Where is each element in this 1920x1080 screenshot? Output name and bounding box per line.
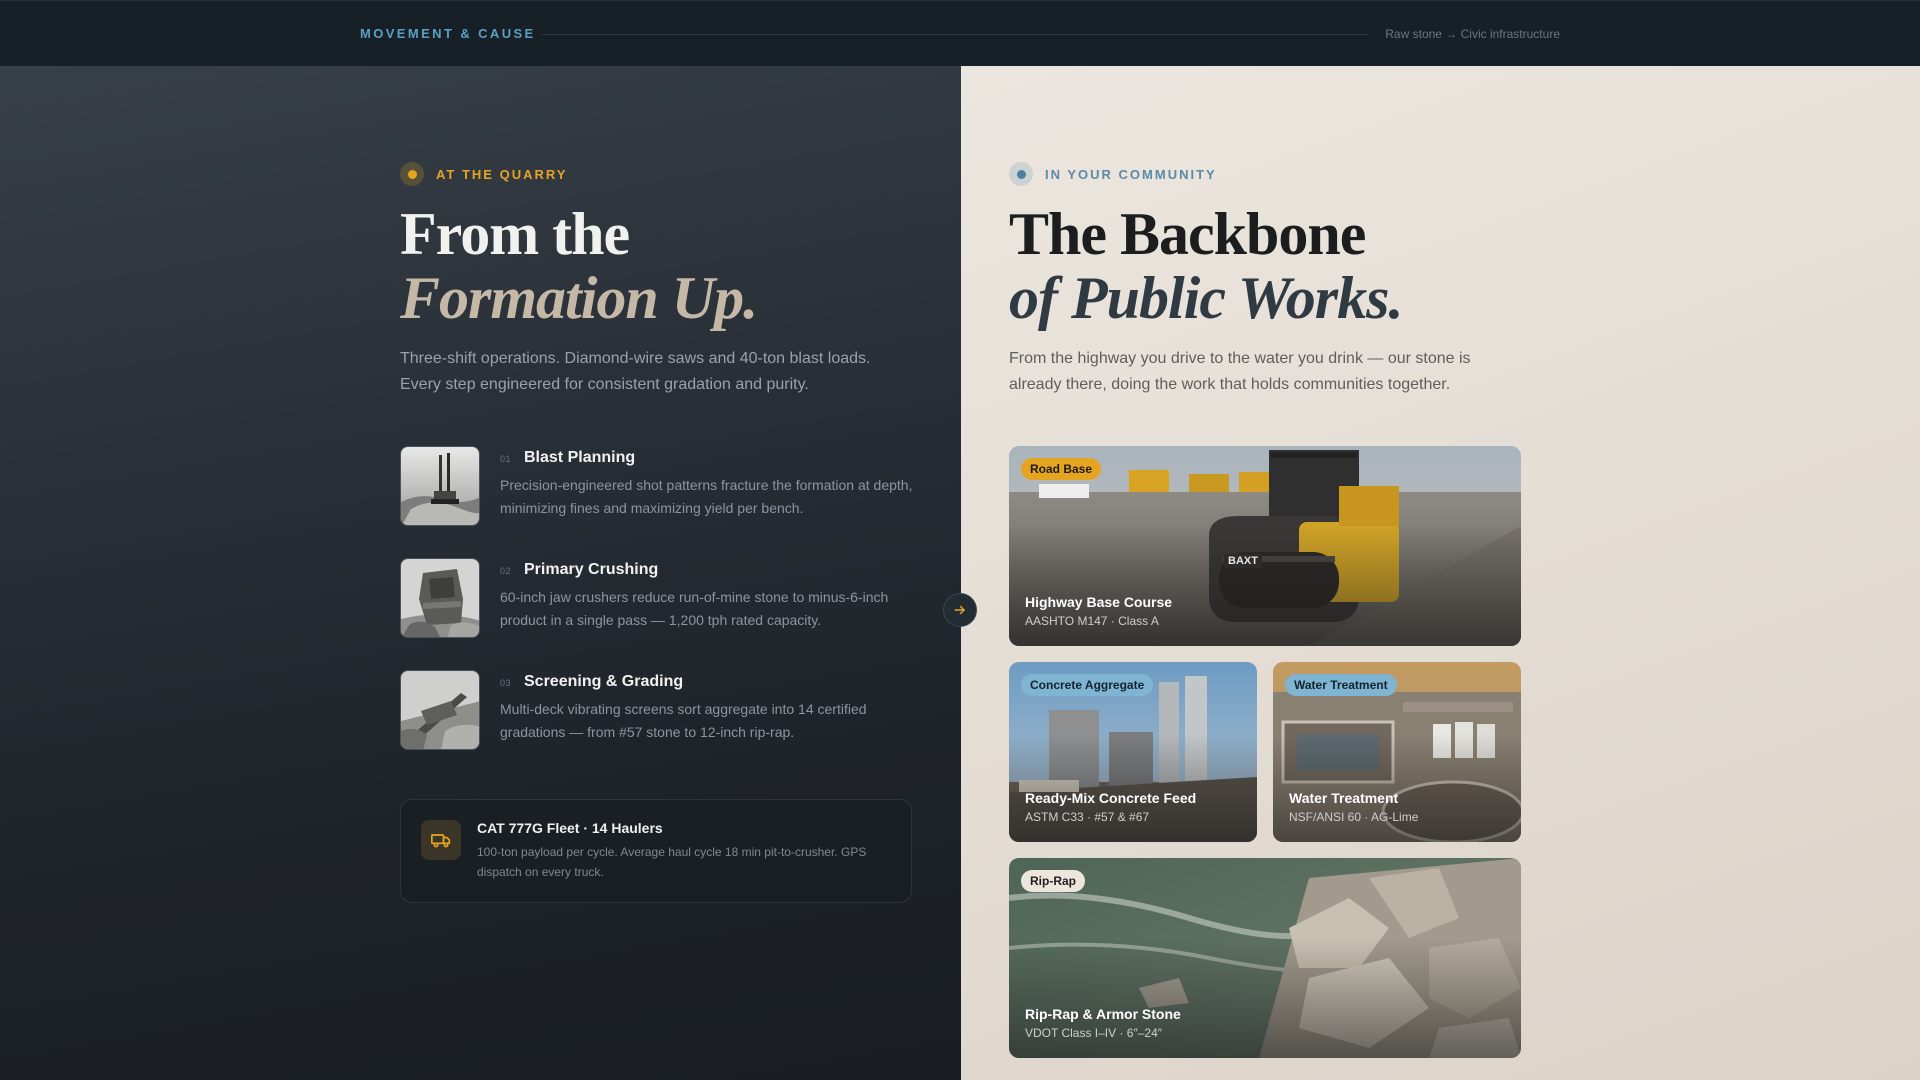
process-step-primary-crushing: 02 Primary Crushing 60-inch jaw crushers… — [400, 558, 920, 638]
screening-plant-image — [401, 671, 479, 749]
community-eyebrow-label: IN YOUR COMMUNITY — [1045, 166, 1217, 182]
truck-icon — [421, 820, 461, 860]
card-title: Rip-Rap & Armor Stone — [1025, 1006, 1181, 1022]
header-rule — [542, 34, 1368, 35]
community-lede: From the highway you drive to the water … — [1009, 350, 1471, 393]
community-panel: IN YOUR COMMUNITY The Backbone of Public… — [961, 66, 1920, 1080]
quarry-lede: Three-shift operations. Diamond-wire saw… — [400, 350, 871, 393]
blue-dot-icon — [1009, 162, 1033, 186]
category-badge: Concrete Aggregate — [1021, 674, 1154, 696]
card-subtitle: NSF/ANSI 60 · AG-Lime — [1289, 810, 1419, 824]
community-eyebrow: IN YOUR COMMUNITY — [1009, 162, 1217, 186]
step-description: Precision-engineered shot patterns fract… — [500, 477, 913, 516]
fleet-title: CAT 777G Fleet · 14 Haulers — [477, 820, 663, 836]
step-number: 03 — [500, 678, 512, 688]
step-title: Primary Crushing — [524, 561, 659, 578]
top-bar: MOVEMENT & CAUSE Raw stone → Civic infra… — [0, 0, 1920, 66]
brand-logo[interactable]: MOVEMENT & CAUSE — [360, 26, 536, 41]
community-headline-line1: The Backbone — [1009, 201, 1366, 267]
blast-planning-thumbnail — [400, 446, 480, 526]
process-step-blast-planning: 01 Blast Planning Precision-engineered s… — [400, 446, 920, 526]
category-badge: Water Treatment — [1285, 674, 1397, 696]
card-title: Water Treatment — [1289, 790, 1399, 806]
step-description: Multi-deck vibrating screens sort aggreg… — [500, 701, 867, 740]
quarry-headline-line1: From the — [400, 201, 630, 267]
quarry-eyebrow-label: AT THE QUARRY — [436, 166, 568, 182]
step-title: Blast Planning — [524, 449, 636, 466]
category-badge: Rip-Rap — [1021, 870, 1085, 892]
card-subtitle: VDOT Class I–IV · 6″–24″ — [1025, 1026, 1162, 1040]
quarry-panel: AT THE QUARRY From the Formation Up. Thr… — [0, 66, 961, 1080]
quarry-eyebrow: AT THE QUARRY — [400, 162, 567, 186]
fleet-card: CAT 777G Fleet · 14 Haulers 100-ton payl… — [400, 799, 912, 903]
card-title: Highway Base Course — [1025, 594, 1173, 610]
arrow-right-icon[interactable] — [943, 593, 977, 627]
step-number: 02 — [500, 566, 512, 576]
quarry-headline: From the Formation Up. — [400, 201, 758, 331]
card-subtitle: ASTM C33 · #57 & #67 — [1025, 810, 1150, 824]
drill-rig-image — [401, 447, 479, 525]
quarry-headline-line2: Formation Up. — [400, 265, 758, 331]
screening-grading-thumbnail — [400, 670, 480, 750]
amber-dot-icon — [400, 162, 424, 186]
fleet-description: 100-ton payload per cycle. Average haul … — [477, 845, 867, 879]
primary-crushing-thumbnail — [400, 558, 480, 638]
process-step-screening-grading: 03 Screening & Grading Multi-deck vibrat… — [400, 670, 920, 750]
roller-brand-plate: BAXT — [1224, 554, 1262, 568]
step-number: 01 — [500, 454, 512, 464]
card-title: Ready-Mix Concrete Feed — [1025, 790, 1197, 806]
use-card-water-treatment[interactable]: Water Treatment Water Treatment NSF/ANSI… — [1273, 662, 1521, 842]
use-card-concrete-aggregate[interactable]: Concrete Aggregate Ready-Mix Concrete Fe… — [1009, 662, 1257, 842]
use-card-rip-rap[interactable]: Rip-Rap Rip-Rap & Armor Stone VDOT Class… — [1009, 858, 1521, 1058]
step-title: Screening & Grading — [524, 673, 684, 690]
header-tagline: Raw stone → Civic infrastructure — [1385, 27, 1560, 41]
category-badge: Road Base — [1021, 458, 1102, 480]
community-headline-line2: of Public Works. — [1009, 265, 1403, 331]
use-card-road-base[interactable]: BAXT Road Base Highway Base Course AASHT… — [1009, 446, 1521, 646]
card-subtitle: AASHTO M147 · Class A — [1025, 614, 1159, 628]
crusher-image — [401, 559, 479, 637]
step-description: 60-inch jaw crushers reduce run-of-mine … — [500, 589, 889, 628]
community-headline: The Backbone of Public Works. — [1009, 201, 1403, 331]
